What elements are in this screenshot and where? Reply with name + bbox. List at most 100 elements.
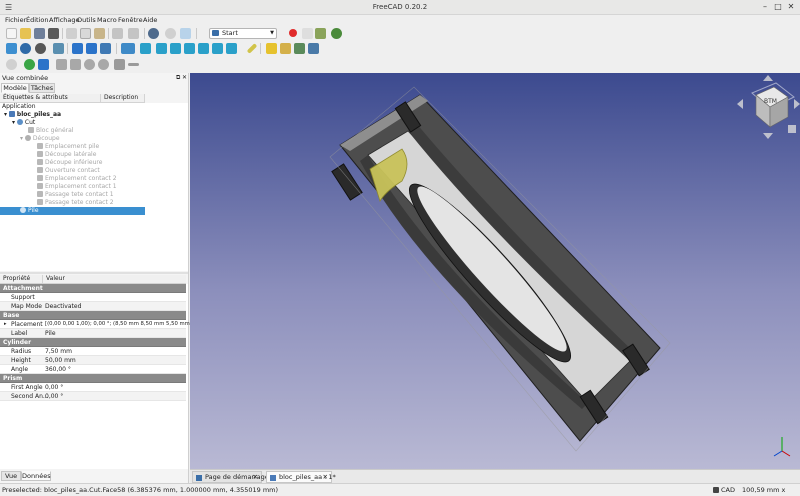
tree-header-labels[interactable]: Étiquettes & attributs [0, 94, 101, 103]
tree-item-emplacement-pile[interactable]: Emplacement pile [37, 143, 99, 151]
std-views-icon[interactable] [121, 43, 135, 54]
part-icon[interactable] [266, 43, 277, 54]
print-icon[interactable] [48, 28, 59, 39]
close-icon[interactable]: ✕ [785, 2, 797, 13]
menu-fenetre[interactable]: Fenêtre [118, 16, 143, 24]
tree-item-decoupe-inferieure[interactable]: Découpe inférieure [37, 159, 102, 167]
nav-style[interactable]: CAD [721, 484, 735, 496]
bounding-box-icon[interactable] [53, 43, 64, 54]
back-arrow-icon[interactable] [72, 43, 83, 54]
tree-header-description[interactable]: Description [101, 94, 145, 103]
fit-all-icon[interactable] [6, 43, 17, 54]
expand-arrow-icon[interactable]: ▸ [4, 320, 7, 329]
prop-row-second-angle[interactable]: Second An... 0,00 ° [0, 392, 186, 401]
web-stop-icon[interactable] [6, 59, 17, 70]
open-folder-icon[interactable] [20, 28, 31, 39]
tree-item-pile[interactable]: Pile [0, 207, 145, 215]
draw-style-icon[interactable] [35, 43, 46, 54]
3d-viewport[interactable]: BTM [190, 73, 800, 469]
view-left-icon[interactable] [226, 43, 237, 54]
macros-icon[interactable] [315, 28, 326, 39]
view-bottom-icon[interactable] [212, 43, 223, 54]
prop-group-attachment[interactable]: Attachment [0, 284, 186, 293]
tree-item-cut[interactable]: ▾ Cut [12, 119, 35, 127]
prop-row-angle[interactable]: Angle 360,00 ° [0, 365, 186, 374]
redo-icon[interactable] [128, 28, 139, 39]
tree-item-passage-tete-1[interactable]: Passage tete contact 1 [37, 191, 114, 199]
prop-group-base[interactable]: Base [0, 311, 186, 320]
tab-modele[interactable]: Modèle [1, 83, 29, 93]
undo-icon[interactable] [112, 28, 123, 39]
view-top-icon[interactable] [170, 43, 181, 54]
menu-outils[interactable]: Outils [77, 16, 96, 24]
prop-group-prism[interactable]: Prism [0, 374, 186, 383]
navigation-cube[interactable]: BTM [737, 75, 800, 139]
tab-bloc-piles[interactable]: bloc_piles_aa : 1* ✕ [266, 471, 336, 483]
tree-item-application[interactable]: Application [2, 103, 36, 111]
tab-taches[interactable]: Tâches [29, 83, 55, 93]
paste-icon[interactable] [94, 28, 105, 39]
web-go-icon[interactable] [38, 59, 49, 70]
link-actions-icon[interactable] [308, 43, 319, 54]
tab-donnees[interactable]: Données [21, 471, 51, 481]
cut-icon[interactable] [66, 28, 77, 39]
menu-fichier[interactable]: Fichier [5, 16, 26, 24]
prop-row-height[interactable]: Height 50,00 mm [0, 356, 186, 365]
prop-row-label[interactable]: Label Pile [0, 329, 186, 338]
web-cancel-icon[interactable] [98, 59, 109, 70]
view-rear-icon[interactable] [198, 43, 209, 54]
sync-view-icon[interactable] [100, 43, 111, 54]
whats-this-icon[interactable] [180, 28, 191, 39]
forward-arrow-icon[interactable] [86, 43, 97, 54]
execute-macro-icon[interactable] [331, 28, 342, 39]
menu-affichage[interactable]: Affichage [49, 16, 80, 24]
fit-selection-icon[interactable] [20, 43, 31, 54]
prop-header-name[interactable]: Propriété [0, 275, 43, 284]
record-macro-icon[interactable] [289, 29, 297, 37]
tab-page-demarrage[interactable]: Page de démarrage ✕ [192, 471, 269, 483]
new-document-icon[interactable] [6, 28, 17, 39]
close-panel-icon[interactable]: ✕ [182, 74, 187, 81]
prop-row-support[interactable]: Support [0, 293, 186, 302]
web-back-icon[interactable] [56, 59, 67, 70]
tab-vue[interactable]: Vue [1, 471, 21, 481]
close-tab-icon[interactable]: ✕ [323, 472, 328, 483]
workbench-selector[interactable]: Start ▼ [209, 28, 277, 39]
view-right-icon[interactable] [184, 43, 195, 54]
measure-icon[interactable] [246, 43, 258, 54]
zoom-in-icon[interactable] [114, 59, 125, 70]
menu-edition[interactable]: Édition [26, 16, 49, 24]
view-iso-icon[interactable] [140, 43, 151, 54]
stop-icon[interactable] [165, 28, 176, 39]
group-icon[interactable] [280, 43, 291, 54]
link-icon[interactable] [294, 43, 305, 54]
tree-item-decoupe-laterale[interactable]: Découpe latérale [37, 151, 96, 159]
tree-item-document[interactable]: ▾ bloc_piles_aa [4, 111, 61, 119]
tree-item-passage-tete-2[interactable]: Passage tete contact 2 [37, 199, 114, 207]
save-icon[interactable] [34, 28, 45, 39]
refresh-icon[interactable] [148, 28, 159, 39]
prop-row-radius[interactable]: Radius 7,50 mm [0, 347, 186, 356]
tree-item-bloc-general[interactable]: Bloc général [28, 127, 73, 135]
close-tab-icon[interactable]: ✕ [253, 472, 258, 483]
tree-item-ouverture-contact[interactable]: Ouverture contact [37, 167, 100, 175]
menu-aide[interactable]: Aide [143, 16, 157, 24]
web-forward-icon[interactable] [70, 59, 81, 70]
minimize-icon[interactable]: – [759, 2, 771, 13]
prop-header-value[interactable]: Valeur [43, 275, 186, 284]
prop-row-placement[interactable]: ▸ Placement [(0,00 0,00 1,00); 0,00 °; (8,… [0, 320, 194, 329]
prop-row-map-mode[interactable]: Map Mode Deactivated [0, 302, 186, 311]
tree-item-emplacement-contact-2[interactable]: Emplacement contact 2 [37, 175, 117, 183]
stop-macro-icon[interactable] [302, 28, 313, 39]
float-icon[interactable]: ⧉ [176, 74, 180, 82]
view-front-icon[interactable] [156, 43, 167, 54]
zoom-out-icon[interactable] [128, 63, 139, 66]
maximize-icon[interactable]: □ [772, 2, 784, 13]
tree-item-emplacement-contact-1[interactable]: Emplacement contact 1 [37, 183, 117, 191]
panel-splitter[interactable] [0, 272, 188, 274]
menu-macro[interactable]: Macro [97, 16, 117, 24]
copy-icon[interactable] [80, 28, 91, 39]
web-refresh-icon[interactable] [84, 59, 95, 70]
prop-group-cylinder[interactable]: Cylinder [0, 338, 186, 347]
web-home-icon[interactable] [24, 59, 35, 70]
